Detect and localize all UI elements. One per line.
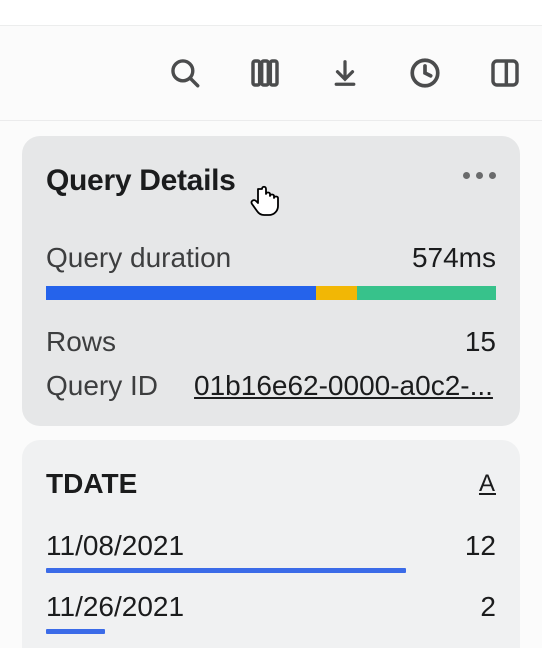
more-options-button[interactable]: [463, 164, 496, 179]
panel-title: Query Details: [46, 164, 236, 198]
panel-toggle-button[interactable]: [486, 54, 524, 92]
column-type-badge[interactable]: A: [479, 470, 496, 498]
duration-label: Query duration: [46, 242, 231, 274]
list-item-count: 2: [480, 591, 496, 623]
list-item-date: 11/26/2021: [46, 591, 184, 623]
list-item-date: 11/08/2021: [46, 530, 184, 562]
list-item-count: 12: [465, 530, 496, 562]
distribution-bar: [46, 629, 105, 634]
search-icon: [168, 56, 202, 90]
window-titlebar-area: [0, 0, 542, 26]
distribution-bar: [46, 568, 406, 573]
columns-icon: [249, 57, 281, 89]
history-button[interactable]: [406, 54, 444, 92]
list-item[interactable]: 11/26/2021 2: [46, 591, 496, 623]
download-button[interactable]: [326, 54, 364, 92]
column-distribution-panel: TDATE A 11/08/20211211/26/2021211/07/202…: [22, 440, 520, 648]
rows-label: Rows: [46, 326, 116, 358]
columns-button[interactable]: [246, 54, 284, 92]
duration-value: 574ms: [412, 242, 496, 274]
download-icon: [330, 56, 360, 90]
query-id-row: Query ID 01b16e62-0000-a0c2-...: [46, 370, 496, 402]
duration-bar: [46, 286, 496, 300]
clock-icon: [408, 56, 442, 90]
duration-bar-segment: [357, 286, 497, 300]
list-item[interactable]: 11/08/2021 12: [46, 530, 496, 562]
query-id-label: Query ID: [46, 370, 158, 402]
rows-value: 15: [465, 326, 496, 358]
duration-bar-segment: [316, 286, 357, 300]
column-name: TDATE: [46, 468, 137, 500]
query-id-link[interactable]: 01b16e62-0000-a0c2-...: [194, 370, 496, 402]
cursor-hand-icon: [250, 180, 284, 216]
query-duration-row: Query duration 574ms: [46, 242, 496, 274]
duration-bar-segment: [46, 286, 316, 300]
query-details-panel: Query Details Query duration 574ms Rows …: [22, 136, 520, 426]
rows-row: Rows 15: [46, 326, 496, 358]
results-toolbar: [0, 26, 542, 121]
panel-toggle-icon: [489, 57, 521, 89]
more-options-icon: [463, 172, 470, 179]
search-button[interactable]: [166, 54, 204, 92]
